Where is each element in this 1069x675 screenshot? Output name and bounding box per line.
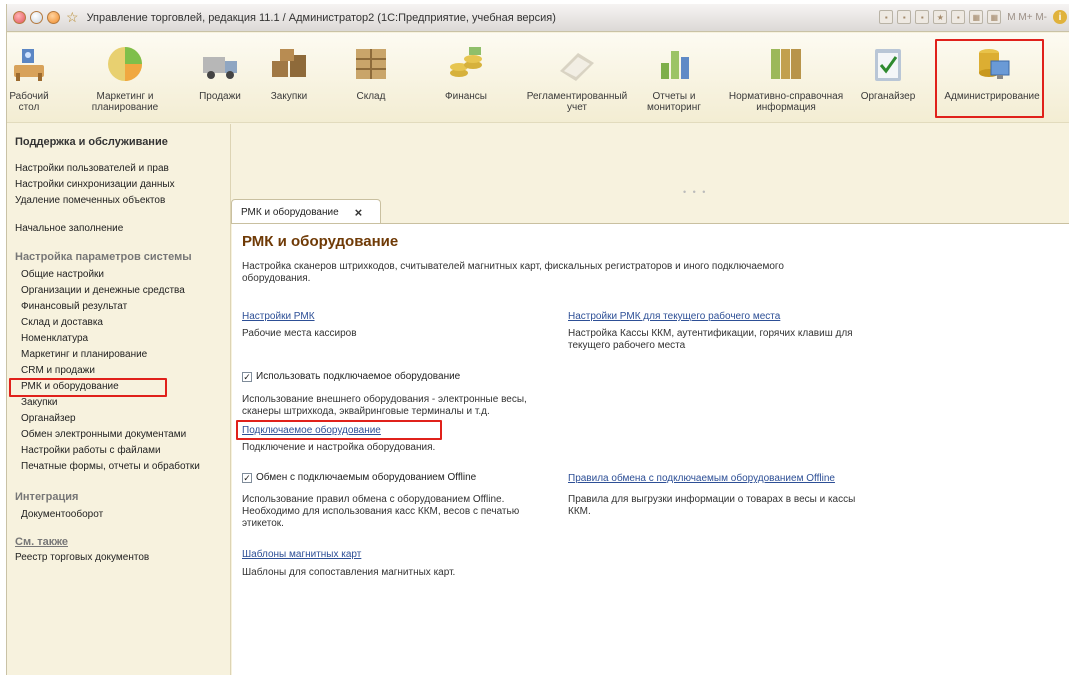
use-equipment-label: Использовать подключаемое оборудование (256, 371, 461, 382)
checkbox-checked-icon: ✓ (242, 371, 252, 382)
nav-print-forms[interactable]: Печатные формы, отчеты и обработки (21, 461, 200, 472)
favorites-icon[interactable]: ★ (933, 10, 948, 24)
menu-button[interactable] (13, 11, 26, 24)
section-desktop[interactable]: Рабочий стол (7, 33, 51, 113)
warehouse-icon (350, 43, 392, 85)
highlight-rmk-nav (9, 378, 167, 397)
rmk-current-link[interactable]: Настройки РМК для текущего рабочего мест… (568, 311, 780, 322)
page-description: Настройка сканеров штрихкодов, считывате… (242, 261, 784, 284)
nav-file-settings[interactable]: Настройки работы с файлами (21, 445, 161, 456)
history-icon[interactable]: ▪ (951, 10, 966, 24)
section-label: Отчеты и мониторинг (647, 91, 701, 113)
nav-nomenclature[interactable]: Номенклатура (21, 333, 88, 344)
section-label: Финансы (445, 91, 487, 102)
highlight-equipment-link (236, 420, 442, 440)
desktop-icon (8, 43, 50, 85)
nav-delete-marked[interactable]: Удаление помеченных объектов (15, 195, 165, 206)
equipment-desc: Подключение и настройка оборудования. (242, 442, 436, 453)
left-navigation-panel: Поддержка и обслуживание Настройки польз… (7, 124, 231, 675)
offline-rules-link[interactable]: Правила обмена с подключаемым оборудован… (568, 473, 835, 484)
save-icon[interactable]: ▪ (879, 10, 894, 24)
highlight-administration (935, 39, 1044, 118)
use-equipment-checkbox[interactable]: ✓ Использовать подключаемое оборудование (242, 371, 460, 382)
section-label: Склад (356, 91, 386, 102)
section-organizer[interactable]: Органайзер (857, 33, 919, 102)
print-icon[interactable]: ▪ (897, 10, 912, 24)
group-integration: Интеграция (15, 491, 79, 503)
nav-marketing[interactable]: Маркетинг и планирование (21, 349, 147, 360)
section-finance[interactable]: Финансы (441, 33, 491, 102)
rmk-settings-desc: Рабочие места кассиров (242, 328, 357, 339)
star-icon[interactable]: ☆ (66, 9, 79, 26)
nav-purchases[interactable]: Закупки (21, 397, 57, 408)
title-bar: ☆ Управление торговлей, редакция 11.1 / … (7, 4, 1069, 32)
section-label: Рабочий стол (9, 91, 49, 113)
info-icon[interactable]: i (1053, 10, 1067, 24)
nav-trade-register[interactable]: Реестр торговых документов (15, 552, 149, 563)
section-label: Нормативно-справочная информация (728, 91, 844, 113)
offline-label: Обмен с подключаемым оборудованием Offli… (256, 472, 477, 483)
offline-rules-desc: Правила для выгрузки информации о товара… (568, 494, 856, 517)
offline-checkbox[interactable]: ✓ Обмен с подключаемым оборудованием Off… (242, 472, 476, 483)
section-marketing[interactable]: Маркетинг и планирование (85, 33, 165, 113)
clipboard-icon (867, 43, 909, 85)
sections-panel: Рабочий стол Маркетинг и планирование Пр… (7, 33, 1069, 123)
ledger-icon (556, 43, 598, 85)
page-title: РМК и оборудование (242, 233, 399, 250)
forward-button[interactable] (47, 11, 60, 24)
folders-icon (765, 43, 807, 85)
use-equipment-desc: Использование внешнего оборудования - эл… (242, 394, 527, 417)
coins-icon (445, 43, 487, 85)
collapse-handle[interactable]: • • • (683, 187, 707, 197)
nav-warehouse-delivery[interactable]: Склад и доставка (21, 317, 103, 328)
memory-buttons[interactable]: M M+ M- (1005, 12, 1049, 23)
section-reference-info[interactable]: Нормативно-справочная информация (723, 33, 849, 113)
calculator-icon[interactable]: ▦ (969, 10, 984, 24)
section-label: Маркетинг и планирование (91, 91, 159, 113)
checkbox-checked-icon: ✓ (242, 472, 252, 483)
section-regulated-accounting[interactable]: Регламентированный учет (519, 33, 635, 113)
rmk-current-desc: Настройка Кассы ККМ, аутентификации, гор… (568, 328, 853, 351)
truck-icon (199, 43, 241, 85)
section-warehouse[interactable]: Склад (343, 33, 399, 102)
main-content: РМК и оборудование Настройка сканеров шт… (232, 223, 1069, 675)
tab-rmk-equipment[interactable]: РМК и оборудование × (231, 199, 381, 224)
section-label: Продажи (199, 91, 241, 102)
nav-document-flow[interactable]: Документооборот (21, 509, 103, 520)
section-label: Регламентированный учет (526, 91, 628, 113)
calendar-icon[interactable]: ▦ (987, 10, 1002, 24)
nav-financial-result[interactable]: Финансовый результат (21, 301, 127, 312)
preview-icon[interactable]: ▪ (915, 10, 930, 24)
bar-chart-icon (653, 43, 695, 85)
nav-sync-settings[interactable]: Настройки синхронизации данных (15, 179, 175, 190)
content-header-area (232, 124, 1069, 204)
app-window: ☆ Управление торговлей, редакция 11.1 / … (6, 4, 1069, 675)
group-support: Поддержка и обслуживание (15, 136, 168, 148)
boxes-icon (268, 43, 310, 85)
offline-desc: Использование правил обмена с оборудован… (242, 494, 520, 529)
toolbar-tools: ▪ ▪ ▪ ★ ▪ ▦ ▦ M M+ M- i (879, 10, 1067, 24)
close-icon[interactable]: × (355, 205, 363, 220)
nav-general-settings[interactable]: Общие настройки (21, 269, 104, 280)
section-label: Закупки (270, 91, 308, 102)
card-templates-link[interactable]: Шаблоны магнитных карт (242, 549, 361, 560)
section-purchases[interactable]: Закупки (261, 33, 317, 102)
nav-organizer[interactable]: Органайзер (21, 413, 76, 424)
group-system-params: Настройка параметров системы (15, 251, 192, 263)
section-reports[interactable]: Отчеты и мониторинг (639, 33, 709, 113)
tab-label: РМК и оборудование (241, 206, 339, 218)
window-title: Управление торговлей, редакция 11.1 / Ад… (86, 11, 556, 24)
section-sales[interactable]: Продажи (197, 33, 243, 102)
nav-organizations[interactable]: Организации и денежные средства (21, 285, 185, 296)
back-button[interactable] (30, 11, 43, 24)
card-templates-desc: Шаблоны для сопоставления магнитных карт… (242, 567, 456, 578)
rmk-settings-link[interactable]: Настройки РМК (242, 311, 315, 322)
pie-chart-icon (104, 43, 146, 85)
nav-user-settings[interactable]: Настройки пользователей и прав (15, 163, 169, 174)
group-see-also: См. также (15, 536, 68, 548)
nav-initial-fill[interactable]: Начальное заполнение (15, 223, 123, 234)
nav-edi[interactable]: Обмен электронными документами (21, 429, 186, 440)
nav-crm[interactable]: CRM и продажи (21, 365, 95, 376)
section-label: Органайзер (860, 91, 916, 102)
